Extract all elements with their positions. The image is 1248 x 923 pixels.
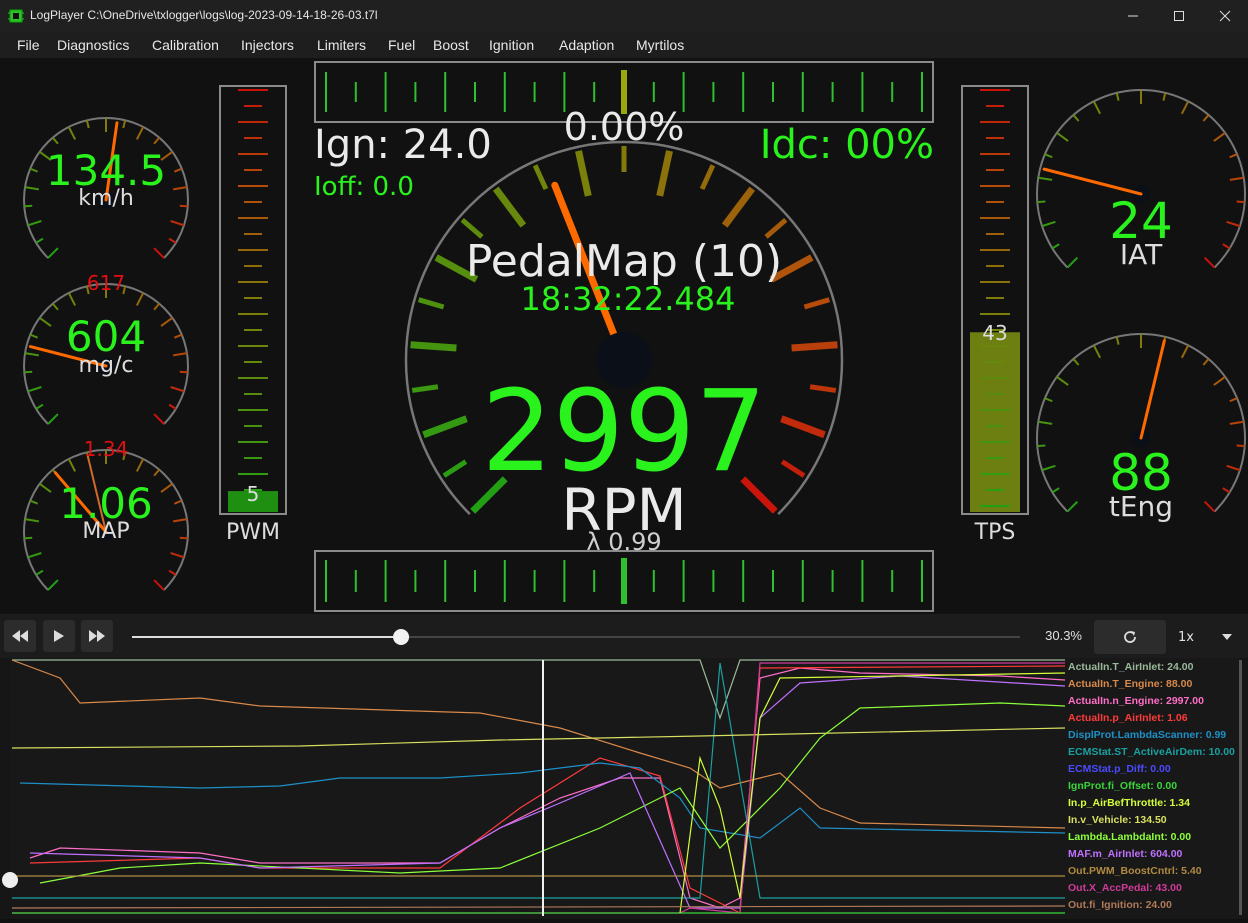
playback-slider[interactable] (128, 626, 1024, 648)
log-graph[interactable]: ActualIn.T_AirInlet: 24.00 ActualIn.T_Eng… (0, 658, 1248, 919)
legend-item[interactable]: In.p_AirBefThrottle: 1.34 (1068, 797, 1190, 809)
dashboard: 134.5 km/h 617 604 mg/c 1.34 1.06 MAP 24 IAT 88 tEn… (0, 58, 1248, 614)
chevron-down-icon (1222, 634, 1232, 640)
slider-thumb[interactable] (393, 629, 410, 645)
rewind-button[interactable] (4, 620, 36, 652)
maf-unit: mg/c (79, 353, 134, 378)
dashboard-canvas: 134.5km/h617604mg/c1.341.06MAP 24IAT 88tEn… (23, 61, 1246, 612)
menu-fuel[interactable]: Fuel (388, 37, 415, 53)
menu-myrtilos[interactable]: Myrtilos (636, 37, 684, 53)
legend-item[interactable]: ActualIn.p_AirInlet: 1.06 (1068, 712, 1188, 724)
minimize-button[interactable] (1110, 0, 1156, 32)
tps-fill (970, 332, 1020, 512)
legend-item[interactable]: ActualIn.n_Engine: 2997.00 (1068, 695, 1204, 707)
title-bar: LogPlayer C:\OneDrive\txlogger\logs\log-… (0, 0, 1248, 32)
menu-injectors[interactable]: Injectors (241, 37, 294, 53)
ignition-readout: Ign: 24.0 (314, 122, 492, 168)
menu-bar: File Diagnostics Calibration Injectors L… (0, 32, 1248, 58)
tps-bar: 43 TPS (961, 85, 1029, 545)
maf-target: 617 (87, 271, 125, 295)
maximize-icon (1174, 11, 1184, 21)
graph-scroll-handle[interactable] (2, 872, 18, 888)
teng-gauge: 88tEng (1036, 333, 1246, 523)
legend-item[interactable]: In.v_Vehicle: 134.50 (1068, 814, 1167, 826)
menu-ignition[interactable]: Ignition (489, 37, 534, 53)
teng-needle (1139, 339, 1166, 440)
maf-gauge: 617604mg/c (23, 271, 189, 425)
playback-controls: 30.3% 1x (0, 614, 1248, 658)
menu-adaption[interactable]: Adaption (559, 37, 614, 53)
log-timestamp: 18:32:22.484 (521, 280, 736, 318)
menu-calibration[interactable]: Calibration (152, 37, 219, 53)
menu-boost[interactable]: Boost (433, 37, 469, 53)
ignition-offset-readout: Ioff: 0.0 (314, 172, 414, 202)
legend-item[interactable]: ECMStat.ST_ActiveAirDem: 10.00 (1068, 746, 1235, 758)
rewind-icon (12, 630, 28, 642)
refresh-icon (1124, 631, 1136, 643)
reload-button[interactable] (1094, 620, 1166, 654)
tps-value: 43 (982, 321, 1007, 345)
fast-forward-button[interactable] (81, 620, 113, 652)
minimize-icon (1128, 15, 1138, 17)
play-icon (54, 630, 64, 642)
legend-item[interactable]: Out.fi_Ignition: 24.00 (1068, 899, 1172, 911)
legend-item[interactable]: Out.PWM_BoostCntrl: 5.40 (1068, 865, 1202, 877)
speed-unit: km/h (78, 186, 134, 211)
app-icon (8, 9, 24, 23)
graph-canvas[interactable] (0, 658, 1248, 919)
iat-unit: IAT (1120, 238, 1163, 271)
iat-needle (1042, 167, 1143, 196)
pwm-label: PWM (226, 520, 280, 545)
iat-gauge: 24IAT (1036, 89, 1246, 271)
play-button[interactable] (43, 620, 75, 652)
legend-item[interactable]: DisplProt.LambdaScanner: 0.99 (1068, 729, 1226, 741)
menu-diagnostics[interactable]: Diagnostics (57, 37, 129, 53)
window-title: LogPlayer C:\OneDrive\txlogger\logs\log-… (30, 8, 378, 22)
legend-item[interactable]: Lambda.LambdaInt: 0.00 (1068, 831, 1191, 843)
map-unit: MAP (82, 519, 129, 544)
maximize-button[interactable] (1156, 0, 1202, 32)
speed-gauge: 134.5km/h (23, 117, 189, 259)
fast-forward-icon (89, 630, 105, 642)
pwm-value: 5 (247, 482, 260, 506)
pwm-bar: 5 PWM (219, 85, 287, 545)
legend-item[interactable]: ActualIn.T_AirInlet: 24.00 (1068, 661, 1193, 673)
idc-readout: Idc: 00% (760, 122, 934, 168)
map-gauge: 1.341.06MAP (23, 437, 189, 591)
speed-select[interactable]: 1x (1170, 620, 1242, 654)
graph-legend: ActualIn.T_AirInlet: 24.00 ActualIn.T_Eng… (1068, 658, 1248, 919)
close-button[interactable] (1202, 0, 1248, 32)
legend-item[interactable]: IgnProt.fi_Offset: 0.00 (1068, 780, 1177, 792)
map-target: 1.34 (84, 437, 129, 461)
lambda-readout: λ 0.99 (586, 528, 661, 556)
playback-percent: 30.3% (1045, 628, 1082, 643)
speed-value: 1x (1178, 630, 1194, 645)
legend-item[interactable]: MAF.m_AirInlet: 604.00 (1068, 848, 1182, 860)
legend-item[interactable]: Out.X_AccPedal: 43.00 (1068, 882, 1182, 894)
close-icon (1219, 10, 1231, 22)
legend-item[interactable]: ECMStat.p_Diff: 0.00 (1068, 763, 1171, 775)
teng-unit: tEng (1109, 490, 1173, 523)
tps-label: TPS (974, 520, 1016, 545)
legend-item[interactable]: ActualIn.T_Engine: 88.00 (1068, 678, 1192, 690)
bottom-bar-gauge (314, 550, 934, 612)
top-bar-value: 0.00% (564, 105, 685, 149)
menu-file[interactable]: File (17, 37, 40, 53)
menu-limiters[interactable]: Limiters (317, 37, 366, 53)
